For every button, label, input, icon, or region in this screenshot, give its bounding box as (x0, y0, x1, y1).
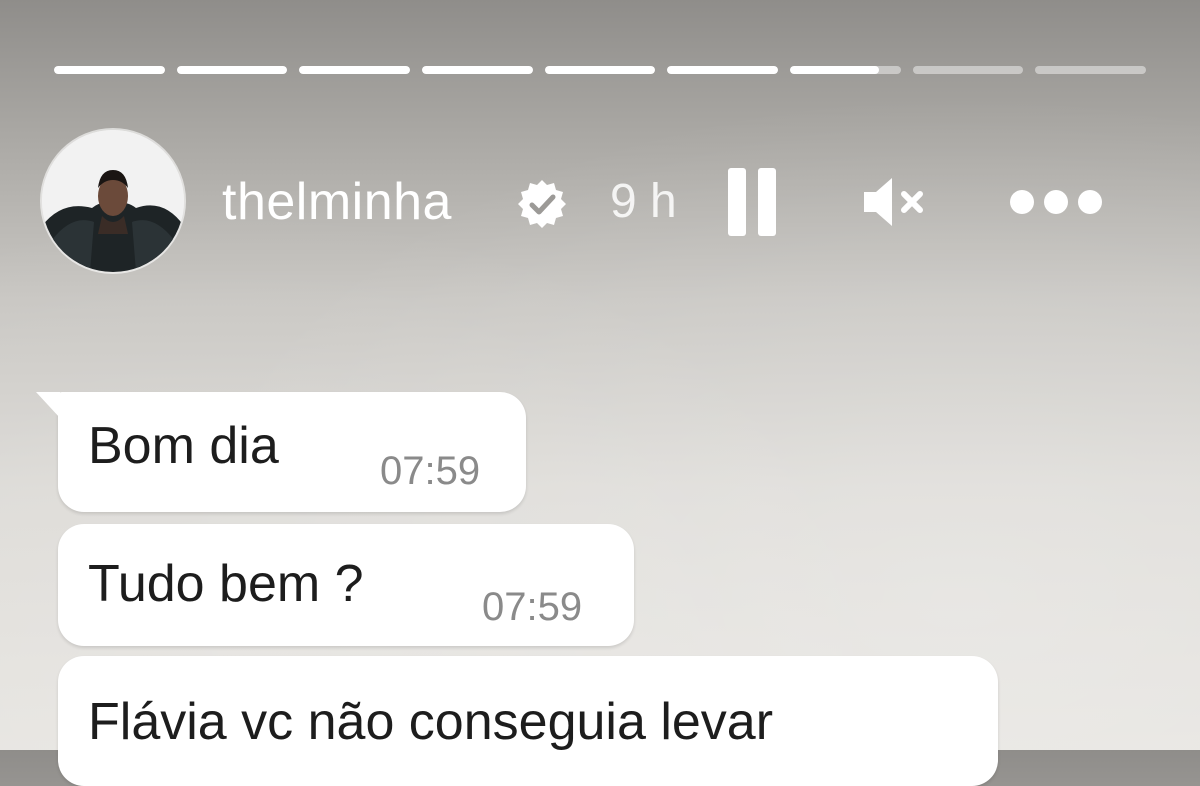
username[interactable]: thelminha (222, 172, 452, 232)
progress-segment-fill (422, 66, 533, 74)
mute-button[interactable] (860, 172, 932, 232)
verified-badge-icon (518, 180, 566, 228)
pause-button[interactable] (728, 168, 776, 236)
progress-segment (1035, 66, 1147, 74)
progress-segment (544, 66, 656, 74)
progress-segment (790, 66, 901, 74)
message-text: Flávia vc não conseguia levar (88, 693, 774, 751)
avatar[interactable] (42, 130, 184, 272)
progress-segment-fill (299, 66, 411, 74)
message-time: 07:59 (482, 585, 583, 629)
progress-segment (176, 66, 288, 74)
story-timestamp: 9 h (610, 175, 677, 228)
progress-segment (912, 66, 1024, 74)
message-text: Bom dia (88, 417, 279, 475)
message-text: Tudo bem ? (88, 555, 364, 613)
progress-segment (422, 66, 533, 74)
message-time: 07:59 (380, 449, 481, 493)
progress-segment (54, 66, 165, 74)
chat-message: Flávia vc não conseguia levar (58, 656, 998, 786)
profile-photo-icon (42, 130, 184, 272)
chat-message: Bom dia 07:59 (36, 392, 526, 512)
chat-message: Tudo bem ? 07:59 (58, 524, 634, 646)
more-options-button[interactable] (1010, 188, 1106, 216)
story-viewer: thelminha 9 h Bom dia 07:59 Tudo bem ? 0… (0, 0, 1200, 786)
progress-segment-fill (176, 66, 288, 74)
progress-segment-fill (667, 66, 779, 74)
progress-segment-fill (790, 66, 879, 74)
progress-segment-fill (544, 66, 656, 74)
story-progress-bar (54, 66, 1147, 74)
more-options-icon (1010, 190, 1034, 214)
speaker-muted-icon (864, 178, 923, 226)
pause-icon (728, 168, 746, 236)
progress-segment-fill (54, 66, 165, 74)
progress-segment (299, 66, 411, 74)
progress-segment (667, 66, 779, 74)
